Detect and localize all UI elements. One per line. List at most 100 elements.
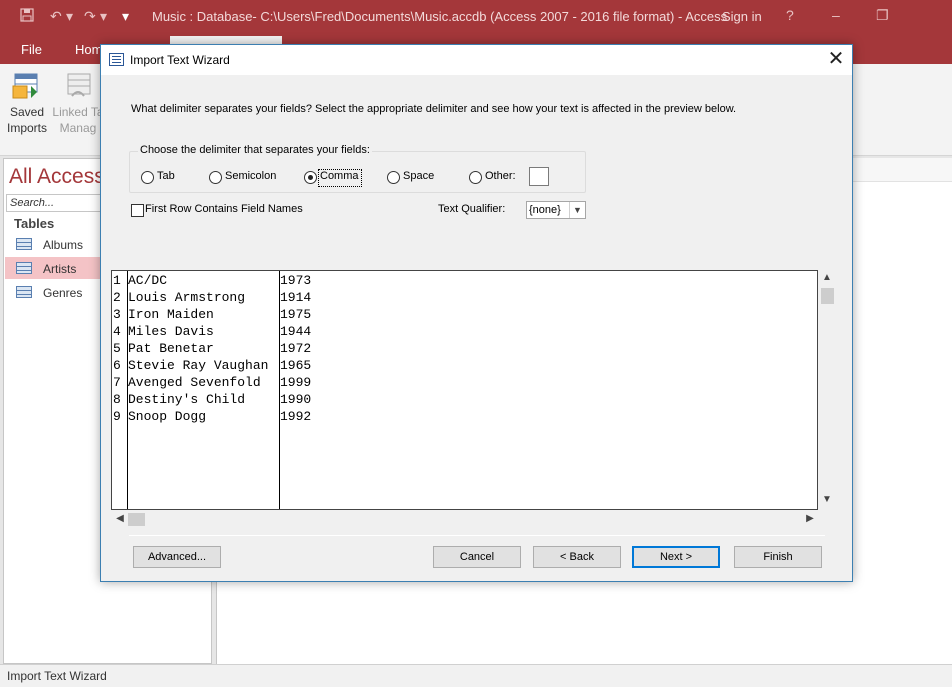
preview-cell: 2 — [113, 290, 121, 305]
radio-tab-label: Tab — [157, 170, 175, 182]
undo-icon[interactable]: ↶ — [50, 8, 62, 25]
cancel-button[interactable]: Cancel — [433, 546, 521, 568]
preview-cell: 5 — [113, 341, 121, 356]
first-row-field-names-checkbox[interactable] — [131, 204, 144, 217]
radio-circle[interactable] — [387, 171, 400, 184]
preview-cell: 8 — [113, 392, 121, 407]
table-icon — [16, 262, 32, 274]
save-icon[interactable] — [20, 8, 34, 25]
preview-cell: 1990 — [280, 392, 312, 407]
scroll-right-icon[interactable]: ▶ — [803, 513, 817, 527]
tab-file[interactable]: File — [21, 42, 42, 57]
preview-column-2[interactable]: 1973 1914 1975 1944 1972 1965 1999 1990 1992 — [280, 271, 817, 509]
preview-cell: AC/DC — [128, 273, 168, 288]
radio-space-label: Space — [403, 170, 435, 182]
preview-cell: Destiny's Child — [128, 392, 246, 407]
finish-button[interactable]: Finish — [734, 546, 822, 568]
first-row-field-names-label[interactable]: First Row Contains Field Names — [145, 203, 303, 215]
preview-cell: 6 — [113, 358, 121, 373]
linked-table-manager-button[interactable]: Linked Ta Manag — [50, 72, 106, 136]
saved-imports-label-2: Imports — [6, 121, 47, 135]
import-text-wizard-dialog: Import Text Wizard ✕ What delimiter sepa… — [100, 44, 853, 582]
table-icon — [16, 286, 32, 298]
delimiter-instruction: What delimiter separates your fields? Se… — [131, 103, 737, 115]
preview-grid[interactable]: 1 2 3 4 5 6 7 8 9 AC/DC Louis Armstrong Iron Maide… — [111, 270, 818, 510]
linked-table-label-1: Linked Ta — [52, 105, 104, 119]
chevron-down-icon[interactable]: ▼ — [569, 202, 585, 218]
preview-cell: 1992 — [280, 409, 312, 424]
preview-cell: Miles Davis — [128, 324, 214, 339]
preview-cell: 1999 — [280, 375, 312, 390]
preview-row-number-column: 1 2 3 4 5 6 7 8 9 — [112, 271, 128, 509]
scroll-up-icon[interactable]: ▲ — [820, 272, 834, 286]
radio-circle[interactable] — [469, 171, 482, 184]
radio-semicolon-label: Semicolon — [225, 170, 277, 182]
preview-cell: 1 — [113, 273, 121, 288]
minimize-button[interactable]: – — [832, 7, 840, 23]
preview-cell: Stevie Ray Vaughan — [128, 358, 269, 373]
preview-cell: 1944 — [280, 324, 312, 339]
saved-imports-button[interactable]: Saved Imports — [4, 72, 50, 136]
linked-table-icon — [62, 72, 94, 100]
text-qualifier-select[interactable]: {none} ▼ — [526, 201, 586, 219]
window-title: Music : Database- C:\Users\Fred\Document… — [152, 9, 728, 24]
preview-cell: 1914 — [280, 290, 312, 305]
help-button[interactable]: ? — [786, 7, 794, 23]
nav-item-label: Albums — [43, 238, 84, 252]
scroll-down-icon[interactable]: ▼ — [820, 494, 834, 508]
preview-column-1[interactable]: AC/DC Louis Armstrong Iron Maiden Miles Dav… — [128, 271, 280, 509]
back-button[interactable]: < Back — [533, 546, 621, 568]
preview-vertical-scrollbar[interactable]: ▲ ▼ — [818, 270, 836, 510]
scroll-left-icon[interactable]: ◀ — [113, 513, 127, 527]
preview-cell: 1972 — [280, 341, 312, 356]
preview-cell: Pat Benetar — [128, 341, 214, 356]
preview-cell: 1975 — [280, 307, 312, 322]
status-text: Import Text Wizard — [7, 669, 107, 683]
radio-comma-label: Comma — [318, 169, 362, 187]
close-icon[interactable]: ✕ — [823, 48, 849, 72]
preview-horizontal-scrollbar[interactable]: ◀ ▶ — [111, 512, 818, 528]
next-button[interactable]: Next > — [632, 546, 720, 568]
horizontal-scroll-thumb[interactable] — [128, 513, 145, 526]
redo-dropdown-icon[interactable]: ▾ — [100, 8, 107, 25]
advanced-button[interactable]: Advanced... — [133, 546, 221, 568]
other-delimiter-input[interactable] — [529, 167, 549, 186]
preview-cell: 9 — [113, 409, 121, 424]
nav-group-tables[interactable]: Tables — [14, 216, 54, 231]
preview-cell: 1973 — [280, 273, 312, 288]
preview-cell: Louis Armstrong — [128, 290, 246, 305]
dialog-title-bar[interactable]: Import Text Wizard ✕ — [101, 45, 852, 75]
saved-imports-label-1: Saved — [9, 105, 45, 119]
restore-button[interactable]: ❐ — [876, 7, 889, 24]
status-bar: Import Text Wizard — [0, 664, 952, 687]
linked-table-label-2: Manag — [59, 121, 97, 135]
dialog-title: Import Text Wizard — [130, 53, 230, 67]
undo-dropdown-icon[interactable]: ▾ — [66, 8, 73, 25]
radio-circle[interactable] — [209, 171, 222, 184]
vertical-scroll-thumb[interactable] — [821, 288, 834, 304]
nav-item-label: Artists — [43, 262, 77, 276]
sign-in-link[interactable]: Sign in — [722, 9, 762, 24]
tab-home[interactable]: Hom — [75, 42, 102, 57]
nav-pane-title[interactable]: All Access — [9, 165, 105, 189]
radio-circle-selected[interactable] — [304, 171, 317, 184]
preview-cell: 3 — [113, 307, 121, 322]
redo-icon[interactable]: ↷ — [84, 8, 96, 25]
preview-cell: 4 — [113, 324, 121, 339]
radio-circle[interactable] — [141, 171, 154, 184]
preview-cell: Snoop Dogg — [128, 409, 207, 424]
preview-cell: 1965 — [280, 358, 312, 373]
wizard-icon — [109, 53, 124, 66]
access-title-bar: ↶ ▾ ↷ ▾ ▾ Music : Database- C:\Users\Fre… — [0, 0, 952, 34]
qat-dropdown-icon[interactable]: ▾ — [122, 8, 129, 25]
text-qualifier-label: Text Qualifier: — [438, 203, 506, 215]
delimiter-group-label: Choose the delimiter that separates your… — [138, 144, 372, 156]
table-icon — [16, 238, 32, 250]
preview-cell: 7 — [113, 375, 121, 390]
preview-cell: Avenged Sevenfold — [128, 375, 261, 390]
text-qualifier-value: {none} — [529, 204, 561, 216]
radio-other-label: Other: — [485, 170, 516, 182]
nav-item-label: Genres — [43, 286, 83, 300]
button-separator — [129, 535, 825, 536]
preview-cell: Iron Maiden — [128, 307, 214, 322]
